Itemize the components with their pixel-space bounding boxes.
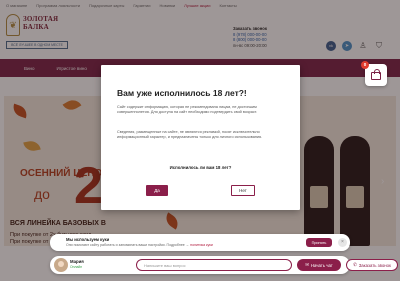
- chat-widget: Мария Онлайн ✉ Начать чат ✆ Заказать зво…: [50, 256, 398, 274]
- cookie-text: Они помогают сайту работать и запоминать…: [66, 243, 213, 247]
- modal-question: Исполнилось ли вам 18 лет?: [169, 165, 232, 170]
- avatar: [54, 258, 68, 272]
- modal-paragraph-1: Сайт содержит информацию, которая не рек…: [117, 105, 258, 115]
- start-chat-label: Начать чат: [310, 262, 333, 268]
- modal-paragraph-2: Сведения, размещенные на сайте, не являю…: [117, 130, 263, 140]
- agent-status: Онлайн: [70, 265, 83, 269]
- cookie-description: Они помогают сайту работать и запоминать…: [66, 243, 190, 247]
- cookie-title: Мы используем куки: [66, 237, 110, 242]
- cookie-banner: Мы используем куки Они помогают сайту ра…: [50, 234, 350, 251]
- request-call-label: Заказать звонок: [358, 262, 391, 268]
- floating-cart-button[interactable]: [365, 64, 387, 86]
- cookie-accept-button[interactable]: Принять: [306, 238, 332, 247]
- age-verification-modal: Вам уже исполнилось 18 лет?! Сайт содерж…: [101, 65, 300, 210]
- request-call-button[interactable]: ✆ Заказать звонок: [346, 259, 398, 271]
- yes-button[interactable]: Да: [146, 185, 168, 196]
- cart-count-badge: 0: [361, 61, 369, 69]
- close-icon[interactable]: ×: [338, 238, 347, 247]
- shopping-bag-icon: [371, 69, 381, 80]
- modal-title: Вам уже исполнилось 18 лет?!: [117, 88, 247, 98]
- chat-input[interactable]: [136, 259, 292, 271]
- cookie-policy-link[interactable]: политика куки: [190, 243, 213, 247]
- phone-icon: ✆: [353, 262, 357, 267]
- no-button[interactable]: Нет: [231, 185, 255, 196]
- agent-name: Мария: [70, 259, 84, 264]
- chat-bubble-icon: ✉: [305, 262, 309, 267]
- start-chat-button[interactable]: ✉ Начать чат: [297, 259, 341, 271]
